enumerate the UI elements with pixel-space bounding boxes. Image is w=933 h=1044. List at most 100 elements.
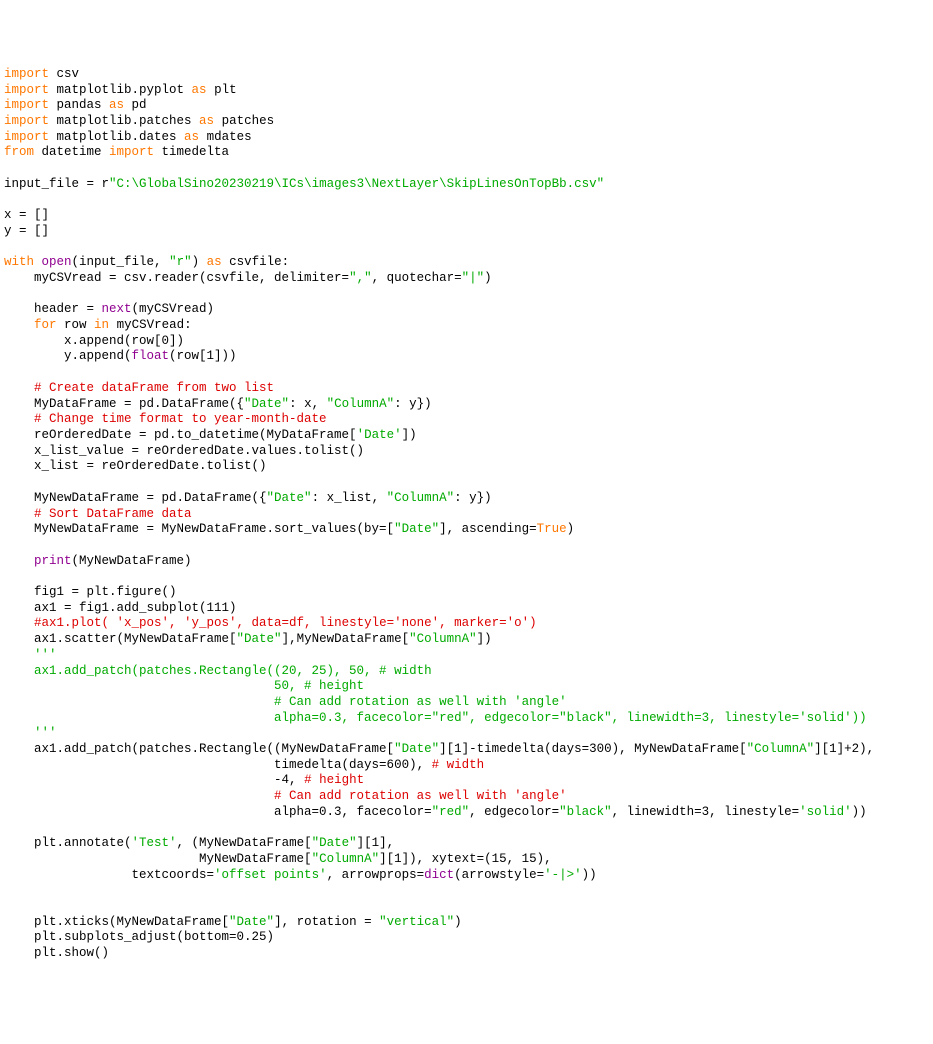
code-line: header = next(myCSVread) [4, 302, 929, 318]
code-token: "ColumnA" [312, 852, 380, 866]
code-token: pd [124, 98, 147, 112]
code-line: ax1.scatter(MyNewDataFrame["Date"],MyNew… [4, 632, 929, 648]
code-token: plt.subplots_adjust(bottom=0.25) [4, 930, 274, 944]
code-token: plt.show() [4, 946, 109, 960]
code-line: alpha=0.3, facecolor="red", edgecolor="b… [4, 805, 929, 821]
code-token: (input_file, [72, 255, 170, 269]
code-token: dict [424, 868, 454, 882]
code-token: from [4, 145, 34, 159]
code-token: ]) [402, 428, 417, 442]
code-token: ) [484, 271, 492, 285]
code-token: 'Date' [357, 428, 402, 442]
code-line [4, 161, 929, 177]
code-token: "Date" [267, 491, 312, 505]
code-line: MyNewDataFrame = pd.DataFrame({"Date": x… [4, 491, 929, 507]
code-line: # Sort DataFrame data [4, 507, 929, 523]
code-token: ][1], [357, 836, 395, 850]
code-block: import csvimport matplotlib.pyplot as pl… [4, 67, 929, 962]
code-line [4, 365, 929, 381]
code-token: input_file = r [4, 177, 109, 191]
code-line: import matplotlib.patches as patches [4, 114, 929, 130]
code-token: row [57, 318, 95, 332]
code-line: y = [] [4, 224, 929, 240]
code-token: # width [432, 758, 485, 772]
code-line [4, 475, 929, 491]
code-token: ax1.add_patch(patches.Rectangle((MyNewDa… [4, 742, 394, 756]
code-token: "Date" [394, 522, 439, 536]
code-token: # Create dataFrame from two list [34, 381, 274, 395]
code-line: myCSVread = csv.reader(csvfile, delimite… [4, 271, 929, 287]
code-line: import pandas as pd [4, 98, 929, 114]
code-token: ) [192, 255, 207, 269]
code-token: True [537, 522, 567, 536]
code-line [4, 883, 929, 899]
code-token: "Date" [237, 632, 282, 646]
code-token: # Change time format to year-month-date [34, 412, 327, 426]
code-token: reOrderedDate = pd.to_datetime(MyDataFra… [4, 428, 357, 442]
code-token: matplotlib.dates [49, 130, 184, 144]
code-line [4, 538, 929, 554]
code-token [4, 318, 34, 332]
code-token: as [199, 114, 214, 128]
code-line [4, 821, 929, 837]
code-token: ]) [477, 632, 492, 646]
code-line [4, 192, 929, 208]
code-token: MyDataFrame = pd.DataFrame({ [4, 397, 244, 411]
code-line: MyNewDataFrame["ColumnA"][1]), xytext=(1… [4, 852, 929, 868]
code-token: "red" [432, 805, 470, 819]
code-token: , quotechar= [372, 271, 462, 285]
code-line: textcoords='offset points', arrowprops=d… [4, 868, 929, 884]
code-token: next [102, 302, 132, 316]
code-line: ax1.add_patch(patches.Rectangle((MyNewDa… [4, 742, 929, 758]
code-token: 'solid' [799, 805, 852, 819]
code-line: #ax1.plot( 'x_pos', 'y_pos', data=df, li… [4, 616, 929, 632]
code-token: : y}) [454, 491, 492, 505]
code-line: x = [] [4, 208, 929, 224]
code-token: in [94, 318, 109, 332]
code-token: as [184, 130, 199, 144]
code-line: reOrderedDate = pd.to_datetime(MyDataFra… [4, 428, 929, 444]
code-token [4, 648, 34, 662]
code-token: # height [304, 773, 364, 787]
code-token: print [34, 554, 72, 568]
code-token: x = [] [4, 208, 49, 222]
code-line: timedelta(days=600), # width [4, 758, 929, 774]
code-token: float [132, 349, 170, 363]
code-token [4, 789, 274, 803]
code-token [4, 616, 34, 630]
code-token: import [4, 83, 49, 97]
code-token: "ColumnA" [327, 397, 395, 411]
code-line: MyNewDataFrame = MyNewDataFrame.sort_val… [4, 522, 929, 538]
code-token: open [42, 255, 72, 269]
code-token: csv [49, 67, 79, 81]
code-token: # Can add rotation as well with 'angle' [4, 695, 567, 709]
code-line: ''' [4, 726, 929, 742]
code-line: # Can add rotation as well with 'angle' [4, 695, 929, 711]
code-token: "r" [169, 255, 192, 269]
code-token: plt [207, 83, 237, 97]
code-token: 50, # height [4, 679, 364, 693]
code-token: as [109, 98, 124, 112]
code-line [4, 899, 929, 915]
code-token: : x_list, [312, 491, 387, 505]
code-token: myCSVread = csv.reader(csvfile, delimite… [4, 271, 349, 285]
code-line: 50, # height [4, 679, 929, 695]
code-line: import csv [4, 67, 929, 83]
code-token: "black" [559, 805, 612, 819]
code-token: ], ascending= [439, 522, 537, 536]
code-token: timedelta(days=600), [4, 758, 432, 772]
code-token: datetime [34, 145, 109, 159]
code-token: ], rotation = [274, 915, 379, 929]
code-line: y.append(float(row[1])) [4, 349, 929, 365]
code-line: -4, # height [4, 773, 929, 789]
code-token: , edgecolor= [469, 805, 559, 819]
code-token: (MyNewDataFrame) [72, 554, 192, 568]
code-token: matplotlib.patches [49, 114, 199, 128]
code-token: "Date" [312, 836, 357, 850]
code-token: csvfile: [222, 255, 290, 269]
code-token: -4, [4, 773, 304, 787]
code-token: import [4, 114, 49, 128]
code-line: x_list = reOrderedDate.tolist() [4, 459, 929, 475]
code-token: "ColumnA" [409, 632, 477, 646]
code-token: x_list_value = reOrderedDate.values.toli… [4, 444, 364, 458]
